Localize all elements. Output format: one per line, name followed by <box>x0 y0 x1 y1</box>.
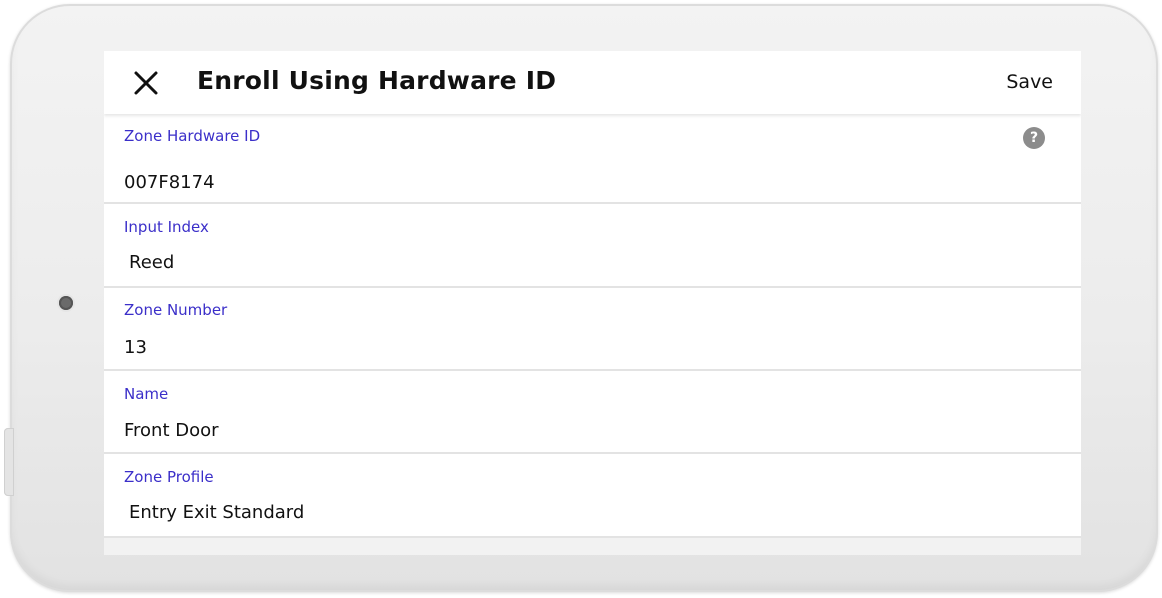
name-field[interactable]: Name Front Door <box>104 371 1081 454</box>
zone-profile-field[interactable]: Zone Profile Entry Exit Standard <box>104 454 1081 538</box>
zone-profile-value[interactable]: Entry Exit Standard <box>129 502 304 523</box>
close-icon[interactable] <box>130 67 162 99</box>
zone-hardware-id-value[interactable]: 007F8174 <box>124 172 215 193</box>
zone-number-field[interactable]: Zone Number 13 <box>104 288 1081 371</box>
input-index-value[interactable]: Reed <box>129 252 174 273</box>
page-title: Enroll Using Hardware ID <box>197 66 557 95</box>
app-screen: Enroll Using Hardware ID Save Zone Hardw… <box>104 51 1081 555</box>
zone-number-value[interactable]: 13 <box>124 337 147 358</box>
name-value[interactable]: Front Door <box>124 420 219 441</box>
zone-hardware-id-field[interactable]: Zone Hardware ID ? 007F8174 <box>104 114 1081 204</box>
name-label: Name <box>124 385 169 403</box>
zone-number-label: Zone Number <box>124 301 228 319</box>
input-index-field[interactable]: Input Index Reed <box>104 204 1081 288</box>
input-index-label: Input Index <box>124 218 209 236</box>
front-camera <box>59 296 73 310</box>
zone-profile-label: Zone Profile <box>124 468 214 486</box>
question-icon[interactable]: ? <box>1023 127 1045 149</box>
zone-hardware-id-label: Zone Hardware ID <box>124 127 261 145</box>
save-button[interactable]: Save <box>1006 71 1053 93</box>
form-fields: Zone Hardware ID ? 007F8174 Input Index … <box>104 114 1081 538</box>
app-bar: Enroll Using Hardware ID Save <box>104 51 1081 114</box>
hardware-side-button <box>4 428 14 496</box>
